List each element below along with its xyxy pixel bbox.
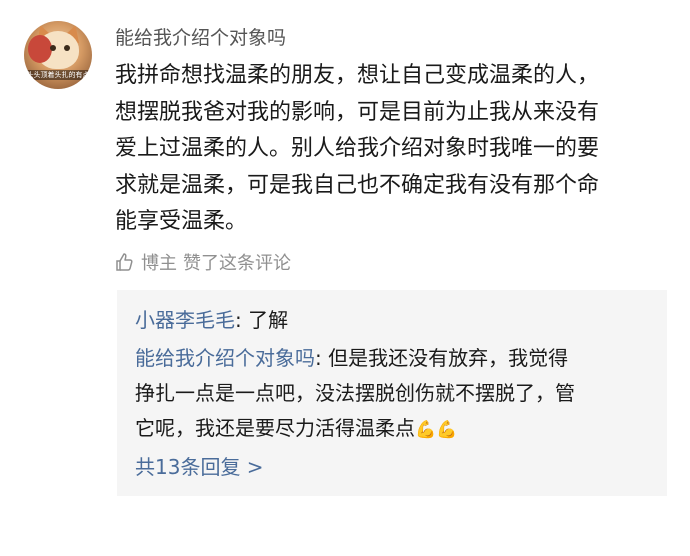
author-like-bar: 博主 赞了这条评论 [115,248,291,276]
cat-eye-left [50,45,56,51]
reply-text: 它呢，我还是要尽力活得温柔点 [135,416,415,440]
post-line: 想摆脱我爸对我的影响，可是目前为止我从来没有 [115,99,600,125]
cat-paw [28,35,52,63]
view-more-replies-link[interactable]: 共13条回复 > [135,451,264,483]
post-line: 我拼命想找温柔的朋友，想让自己变成温柔的人， [115,63,600,88]
thumbs-up-icon[interactable] [115,252,135,272]
post-line: 求就是温柔，可是我自己也不确定我有没有那个命 [115,172,600,198]
avatar[interactable]: 头头顶着头扎的有点 [24,21,92,89]
post-author[interactable]: 能给我介绍个对象吗 [115,25,286,51]
reply-item: 能给我介绍个对象吗: 但是我还没有放弃，我觉得 挣扎一点是一点吧，没法摆脱创伤就… [135,341,575,448]
avatar-caption: 头头顶着头扎的有点 [24,70,92,80]
reply-text: : 但是我还没有放弃，我觉得 [315,346,569,370]
reply-item: 小器李毛毛: 了解 [135,303,288,338]
reply-text: : 了解 [235,308,289,332]
cat-eye-right [64,45,70,51]
reply-author[interactable]: 能给我介绍个对象吗 [135,346,315,370]
reply-box: 小器李毛毛: 了解 能给我介绍个对象吗: 但是我还没有放弃，我觉得 挣扎一点是一… [117,290,667,496]
like-text: 赞了这条评论 [183,253,291,274]
liked-by-label: 博主 [141,253,177,274]
flexed-biceps-icon: 💪💪 [415,420,458,440]
post-line: 能享受温柔。 [115,209,248,234]
reply-text: 挣扎一点是一点吧，没法摆脱创伤就不摆脱了，管 [135,381,575,405]
reply-author[interactable]: 小器李毛毛 [135,308,235,332]
post-body: 我拼命想找温柔的朋友，想让自己变成温柔的人， 想摆脱我爸对我的影响，可是目前为止… [115,58,675,241]
post-line: 爱上过温柔的人。别人给我介绍对象时我唯一的要 [115,136,600,161]
